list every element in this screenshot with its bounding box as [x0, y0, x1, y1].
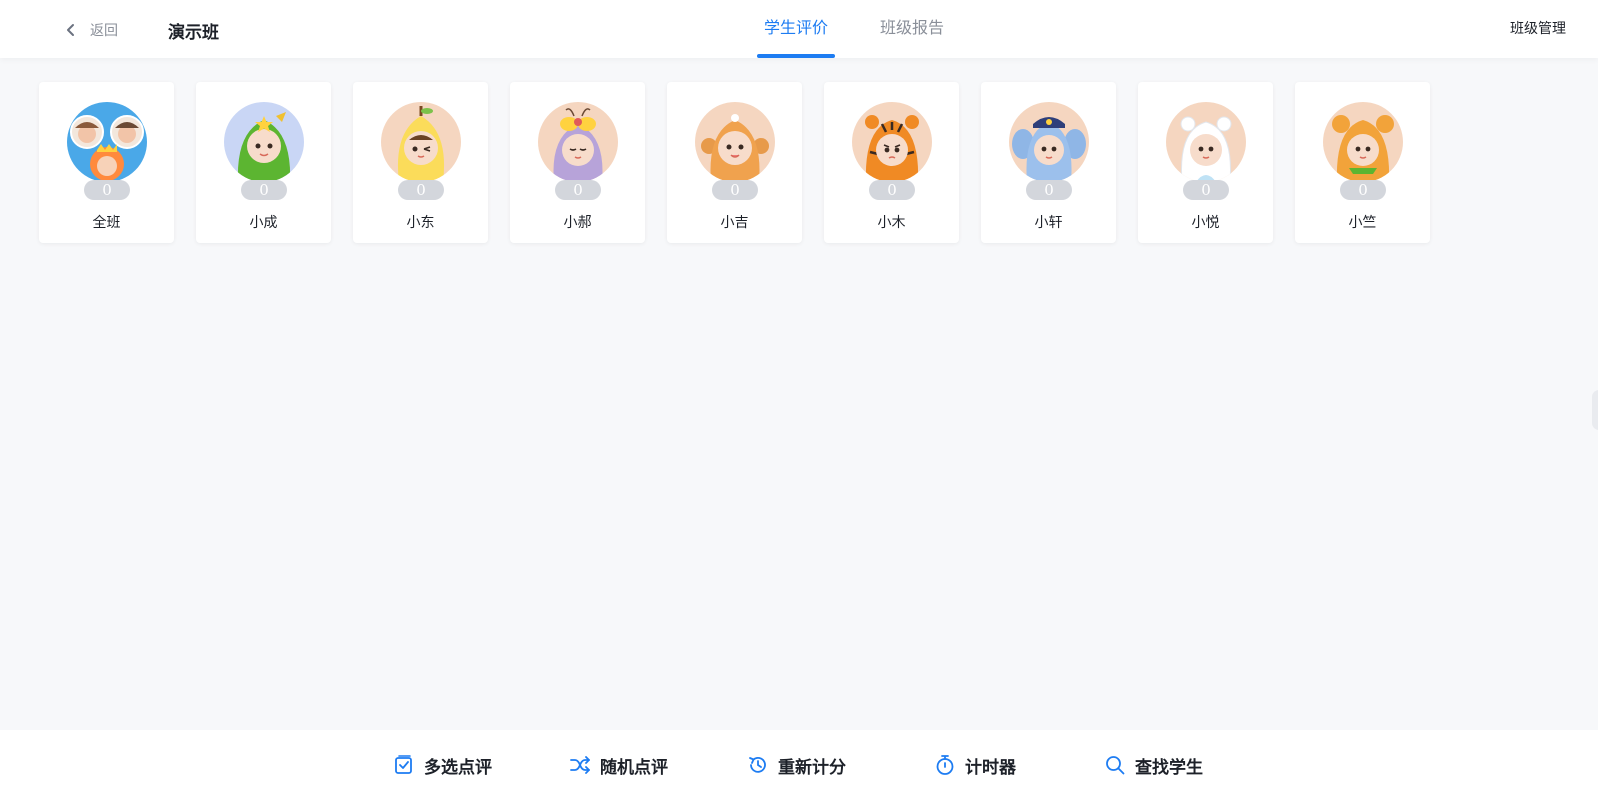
score-badge: 0 [555, 180, 601, 200]
tab-bar: 学生评价 班级报告 [756, 0, 992, 58]
tool-label: 随机点评 [600, 757, 668, 778]
student-name: 小木 [877, 215, 906, 231]
student-name: 小悦 [1191, 215, 1220, 231]
shuffle-icon [570, 756, 590, 774]
group-avatar [67, 102, 147, 182]
tiger-avatar [852, 102, 932, 182]
tab-student-evaluation[interactable]: 学生评价 [756, 0, 836, 58]
checkbox-icon [395, 755, 412, 774]
score-badge: 0 [869, 180, 915, 200]
reset-score-button[interactable]: 重新计分 [747, 752, 846, 778]
side-drawer-handle[interactable] [1592, 390, 1598, 430]
back-button[interactable]: 返回 [64, 18, 118, 42]
student-card[interactable]: 0 小吉 [667, 82, 802, 243]
butterfly-avatar [538, 102, 618, 182]
tool-label: 重新计分 [778, 757, 846, 778]
random-review-button[interactable]: 随机点评 [569, 752, 668, 778]
student-grid: 0 全班 0 小成 0 小东 0 小郝 0 小吉 0 小木 0 小轩 0 小悦 … [39, 82, 1452, 243]
student-name: 小成 [249, 215, 278, 231]
student-card[interactable]: 0 小竺 [1295, 82, 1430, 243]
student-card[interactable]: 0 小悦 [1138, 82, 1273, 243]
tab-class-report[interactable]: 班级报告 [876, 0, 948, 58]
pear-avatar [381, 102, 461, 182]
back-label: 返回 [90, 23, 118, 39]
chevron-left-icon [67, 24, 74, 36]
student-card[interactable]: 0 小成 [196, 82, 331, 243]
search-icon [1106, 756, 1125, 775]
history-icon [749, 756, 766, 773]
bear-avatar [1323, 102, 1403, 182]
student-card[interactable]: 0 全班 [39, 82, 174, 243]
monkey-avatar [695, 102, 775, 182]
score-badge: 0 [712, 180, 758, 200]
tool-label: 查找学生 [1135, 757, 1203, 778]
student-name: 小轩 [1034, 215, 1063, 231]
score-badge: 0 [398, 180, 444, 200]
student-name: 小东 [406, 215, 435, 231]
tool-label: 计时器 [965, 757, 1016, 778]
student-name: 全班 [92, 215, 121, 231]
student-card[interactable]: 0 小东 [353, 82, 488, 243]
elephant-police-avatar [1009, 102, 1089, 182]
student-card[interactable]: 0 小郝 [510, 82, 645, 243]
polar-bear-avatar [1166, 102, 1246, 182]
top-header: 返回 演示班 学生评价 班级报告 班级管理 [0, 0, 1598, 58]
bottom-toolbar: 多选点评 随机点评 重新计分 计时器 查找学生 [0, 730, 1598, 799]
student-name: 小吉 [720, 215, 749, 231]
score-badge: 0 [1340, 180, 1386, 200]
student-card[interactable]: 0 小木 [824, 82, 959, 243]
class-title: 演示班 [168, 23, 219, 43]
timer-button[interactable]: 计时器 [934, 752, 1016, 778]
student-name: 小竺 [1348, 215, 1377, 231]
score-badge: 0 [84, 180, 130, 200]
score-badge: 0 [1026, 180, 1072, 200]
stopwatch-icon [936, 755, 954, 775]
score-badge: 0 [241, 180, 287, 200]
student-name: 小郝 [563, 215, 592, 231]
find-student-button[interactable]: 查找学生 [1104, 752, 1203, 778]
class-management-link[interactable]: 班级管理 [1510, 18, 1566, 38]
tool-label: 多选点评 [424, 757, 492, 778]
student-card[interactable]: 0 小轩 [981, 82, 1116, 243]
score-badge: 0 [1183, 180, 1229, 200]
multi-select-review-button[interactable]: 多选点评 [393, 752, 492, 778]
green-dragon-avatar [224, 102, 304, 182]
